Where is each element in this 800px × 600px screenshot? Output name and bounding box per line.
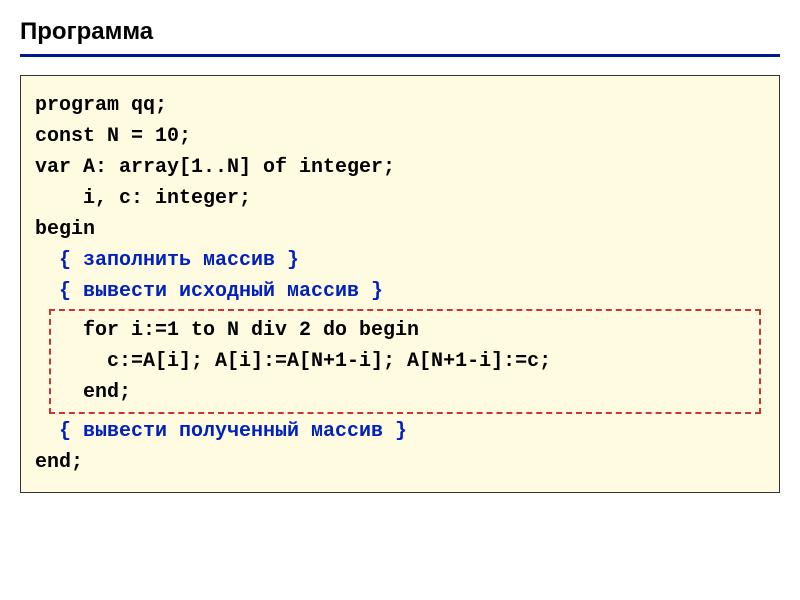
- code-line: i, c: integer;: [35, 183, 765, 214]
- code-line: end;: [35, 447, 765, 478]
- code-comment: { вывести исходный массив }: [35, 276, 765, 307]
- code-line: end;: [59, 377, 751, 408]
- slide-title: Программа: [20, 18, 780, 57]
- code-block: program qq; const N = 10; var A: array[1…: [20, 75, 780, 493]
- code-line: begin: [35, 214, 765, 245]
- code-line: c:=A[i]; A[i]:=A[N+1-i]; A[N+1-i]:=c;: [59, 346, 751, 377]
- code-line: program qq;: [35, 90, 765, 121]
- code-line: for i:=1 to N div 2 do begin: [59, 315, 751, 346]
- code-comment: { заполнить массив }: [35, 245, 765, 276]
- code-line: const N = 10;: [35, 121, 765, 152]
- code-comment: { вывести полученный массив }: [35, 416, 765, 447]
- highlighted-code-box: for i:=1 to N div 2 do begin c:=A[i]; A[…: [49, 309, 761, 414]
- code-line: var A: array[1..N] of integer;: [35, 152, 765, 183]
